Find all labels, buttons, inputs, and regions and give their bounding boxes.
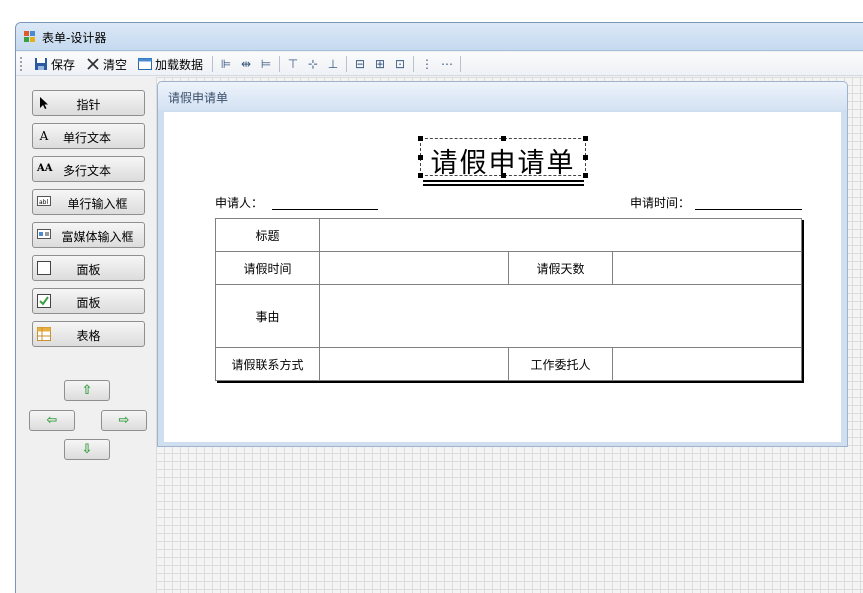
applicant-label: 申请人：	[215, 196, 264, 210]
tool-label: 多行文本	[63, 164, 112, 178]
tool-table[interactable]: 表格	[32, 321, 145, 347]
reason-label: 事由	[215, 284, 320, 348]
table-row: 请假时间 请假天数	[215, 251, 802, 285]
title-underline	[423, 184, 584, 186]
close-icon	[86, 57, 100, 71]
form-panel[interactable]: 请假申请单 请假申请单 申请人： 申请时间： 标题 请假时间 请假天数 事由 请…	[157, 81, 848, 447]
save-label: 保存	[51, 57, 76, 72]
panel-title: 请假申请单	[168, 91, 229, 105]
table-row: 标题	[215, 218, 802, 252]
arrow-down-icon: ⇩	[81, 442, 93, 457]
delegate-cell[interactable]	[612, 347, 802, 381]
arrow-left-icon: ⇦	[46, 413, 58, 428]
resize-handle[interactable]	[418, 173, 423, 178]
tool-label: 面板	[76, 296, 101, 310]
move-left-button[interactable]: ⇦	[29, 410, 75, 431]
tool-rich-textbox[interactable]: 富媒体输入框	[32, 222, 145, 248]
panel-header: 请假申请单	[158, 82, 847, 110]
toolbar-grip[interactable]	[20, 57, 22, 71]
subject-label: 标题	[215, 218, 320, 252]
clear-button[interactable]: 清空	[86, 55, 127, 73]
resize-handle[interactable]	[501, 136, 506, 141]
leave-time-cell[interactable]	[319, 251, 509, 285]
arrow-right-icon: ⇨	[118, 413, 130, 428]
app-icon	[24, 31, 36, 43]
load-data-button[interactable]: 加载数据	[138, 55, 203, 73]
designer-window: 表单-设计器 保存 清空 加载数据 ⊫ ⇹ ⊨ ⊤ ⊹ ⊥ ⊟ ⊞ ⊡ ⋮ ⋯ …	[15, 22, 863, 593]
leave-time-label: 请假时间	[215, 251, 320, 285]
tool-label: 富媒体输入框	[61, 230, 134, 244]
table-row: 事由	[215, 284, 802, 348]
window-title: 表单-设计器	[42, 31, 107, 45]
move-down-button[interactable]: ⇩	[64, 439, 110, 460]
same-height-icon[interactable]: ⊞	[372, 55, 388, 73]
tool-label: 面板	[76, 263, 101, 277]
toolbar: 保存 清空 加载数据 ⊫ ⇹ ⊨ ⊤ ⊹ ⊥ ⊟ ⊞ ⊡ ⋮ ⋯	[16, 52, 863, 76]
panel-body: 请假申请单 申请人： 申请时间： 标题 请假时间 请假天数 事由 请假联系方式 …	[164, 112, 841, 442]
same-size-icon[interactable]: ⊡	[392, 55, 408, 73]
toolbar-separator	[413, 56, 414, 72]
tool-panel[interactable]: 面板	[32, 255, 145, 281]
rich-textbox-icon	[37, 228, 51, 242]
multiline-text-icon: AA	[37, 163, 53, 174]
table-row: 请假联系方式 工作委托人	[215, 347, 802, 381]
save-icon	[34, 57, 48, 71]
tool-label: 表格	[76, 329, 101, 343]
align-bottom-icon[interactable]: ⊥	[325, 55, 341, 73]
apply-time-field[interactable]	[695, 209, 802, 210]
tool-label: 指针	[76, 98, 101, 112]
tool-single-line-text[interactable]: A 单行文本	[32, 123, 145, 149]
move-right-button[interactable]: ⇨	[101, 410, 147, 431]
leave-days-cell[interactable]	[612, 251, 802, 285]
leave-form-table[interactable]: 标题 请假时间 请假天数 事由 请假联系方式 工作委托人	[215, 218, 802, 381]
contact-cell[interactable]	[319, 347, 509, 381]
horizontal-spacing-icon[interactable]: ⋯	[439, 55, 455, 73]
tool-label: 单行文本	[63, 131, 112, 145]
same-width-icon[interactable]: ⊟	[352, 55, 368, 73]
textbox-icon: abl	[37, 195, 51, 209]
form-title-selection[interactable]: 请假申请单	[418, 136, 588, 179]
toolbar-separator	[346, 56, 347, 72]
clear-label: 清空	[103, 57, 128, 72]
window-icon	[138, 57, 152, 71]
tool-textbox[interactable]: abl 单行输入框	[32, 189, 145, 215]
tool-multi-line-text[interactable]: AA 多行文本	[32, 156, 145, 182]
align-right-icon[interactable]: ⊨	[258, 55, 274, 73]
toolbar-separator	[460, 56, 461, 72]
text-a-icon: A	[39, 129, 49, 143]
svg-text:abl: abl	[39, 199, 48, 206]
toolbar-separator	[279, 56, 280, 72]
delegate-label: 工作委托人	[508, 347, 613, 381]
vertical-spacing-icon[interactable]: ⋮	[419, 55, 435, 73]
leave-days-label: 请假天数	[508, 251, 613, 285]
resize-handle[interactable]	[583, 155, 588, 160]
contact-label: 请假联系方式	[215, 347, 320, 381]
toolbox-panel: 指针 A 单行文本 AA 多行文本 abl 单行输入框 富媒体输入框 面板 面板…	[16, 77, 156, 593]
apply-time-label: 申请时间：	[630, 196, 691, 210]
resize-handle[interactable]	[501, 173, 506, 178]
resize-handle[interactable]	[583, 173, 588, 178]
move-up-button[interactable]: ⇧	[64, 380, 110, 401]
applicant-field[interactable]	[272, 209, 378, 210]
reason-cell[interactable]	[319, 284, 802, 348]
load-data-label: 加载数据	[155, 57, 204, 72]
arrow-up-icon: ⇧	[81, 383, 93, 398]
align-left-icon[interactable]: ⊫	[218, 55, 234, 73]
tool-label: 单行输入框	[67, 197, 128, 211]
resize-handle[interactable]	[418, 155, 423, 160]
tool-checkbox-panel[interactable]: 面板	[32, 288, 145, 314]
align-top-icon[interactable]: ⊤	[285, 55, 301, 73]
title-underline	[423, 180, 584, 182]
align-center-icon[interactable]: ⇹	[238, 55, 254, 73]
title-bar[interactable]: 表单-设计器	[16, 23, 863, 51]
resize-handle[interactable]	[583, 136, 588, 141]
align-middle-icon[interactable]: ⊹	[305, 55, 321, 73]
toolbar-separator	[212, 56, 213, 72]
resize-handle[interactable]	[418, 136, 423, 141]
save-button[interactable]: 保存	[34, 55, 75, 73]
subject-cell[interactable]	[319, 218, 802, 252]
tool-pointer[interactable]: 指针	[32, 90, 145, 116]
